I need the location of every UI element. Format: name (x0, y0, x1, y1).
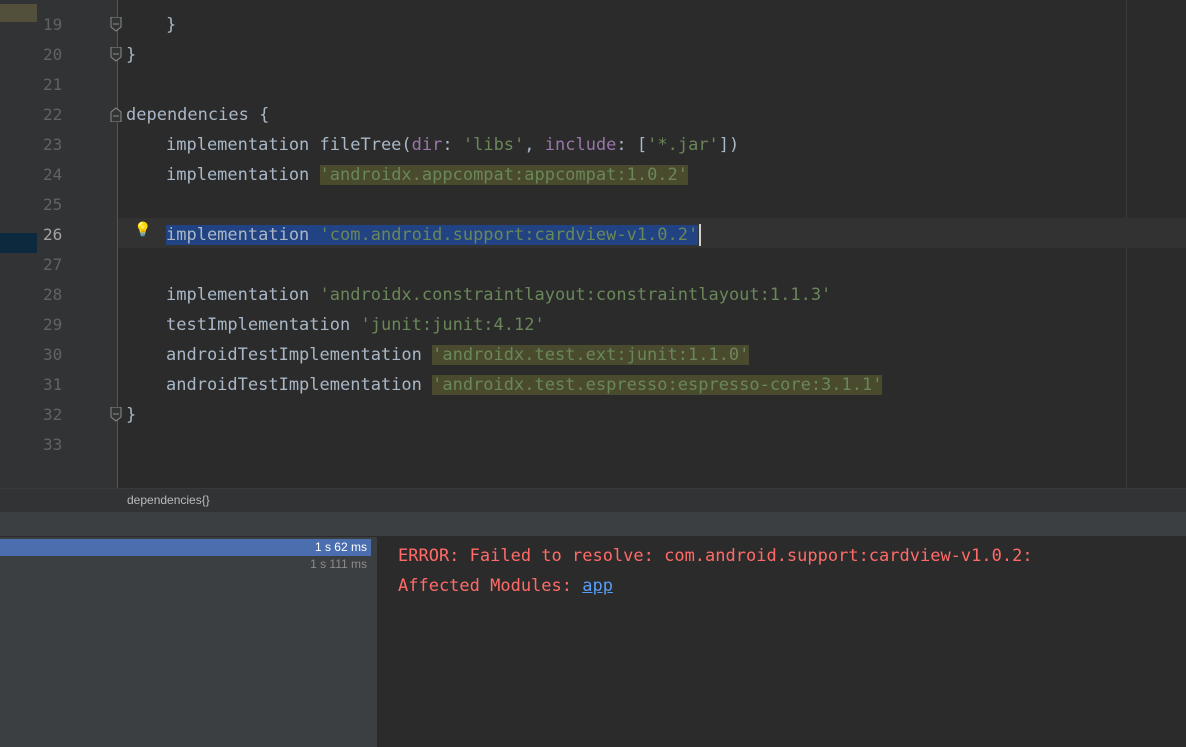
line-number: 20 (43, 45, 63, 64)
code-line[interactable]: 25 (0, 190, 1186, 220)
code-text: implementation 'androidx.appcompat:appco… (166, 165, 689, 185)
line-number: 23 (43, 135, 63, 154)
code-line-current[interactable]: 26 implementation 'com.android.support:c… (0, 220, 1186, 250)
build-output-console[interactable]: ERROR: Failed to resolve: com.android.su… (379, 537, 1186, 747)
build-timing: 1 s 111 ms (310, 557, 367, 571)
line-number: 27 (43, 255, 63, 274)
error-message: ERROR: Failed to resolve: com.android.su… (398, 546, 1033, 566)
text-caret (699, 224, 702, 246)
line-number: 31 (43, 375, 63, 394)
fold-end-icon[interactable] (110, 17, 122, 32)
code-text: } (126, 45, 137, 65)
line-number: 25 (43, 195, 63, 214)
code-editor[interactable]: 19 } 20 } 21 22 dependencies { 23 implem… (0, 0, 1186, 488)
code-line[interactable]: 21 (0, 70, 1186, 100)
code-line[interactable]: 22 dependencies { (0, 100, 1186, 130)
code-line[interactable]: 23 implementation fileTree(dir: 'libs', … (0, 130, 1186, 160)
code-line[interactable]: 28 implementation 'androidx.constraintla… (0, 280, 1186, 310)
build-tree-panel: 1 s 62 ms 1 s 111 ms (0, 537, 379, 747)
code-text: androidTestImplementation 'androidx.test… (166, 375, 883, 395)
code-text: testImplementation 'junit:junit:4.12' (166, 315, 545, 335)
fold-end-icon[interactable] (110, 47, 122, 62)
line-number: 33 (43, 435, 63, 454)
build-timing: 1 s 62 ms (314, 540, 367, 554)
affected-modules-label: Affected Modules: (398, 576, 583, 596)
code-line[interactable]: 24 implementation 'androidx.appcompat:ap… (0, 160, 1186, 190)
line-number: 32 (43, 405, 63, 424)
code-text-selected[interactable]: implementation 'com.android.support:card… (126, 220, 702, 250)
breadcrumb-bar: dependencies{} (0, 488, 1186, 513)
fold-start-icon[interactable] (110, 107, 122, 122)
tool-window-header (0, 512, 1186, 537)
line-number: 19 (43, 15, 63, 34)
line-number: 22 (43, 105, 63, 124)
code-text: } (126, 405, 137, 425)
breadcrumb[interactable]: dependencies{} (127, 493, 210, 507)
code-line[interactable]: 30 androidTestImplementation 'androidx.t… (0, 340, 1186, 370)
build-tree-row-selected[interactable]: 1 s 62 ms (0, 539, 371, 556)
lightbulb-icon[interactable]: 💡 (134, 222, 151, 238)
code-line[interactable]: 31 androidTestImplementation 'androidx.t… (0, 370, 1186, 400)
code-line[interactable]: 20 } (0, 40, 1186, 70)
code-text: implementation 'androidx.constraintlayou… (166, 285, 832, 305)
affected-modules-line: Affected Modules: app (398, 571, 613, 601)
line-number: 28 (43, 285, 63, 304)
code-line[interactable]: 29 testImplementation 'junit:junit:4.12' (0, 310, 1186, 340)
line-number: 26 (43, 225, 63, 244)
code-text: } (166, 15, 177, 35)
module-link[interactable]: app (582, 576, 613, 596)
code-text: dependencies { (126, 105, 270, 125)
code-text: implementation fileTree(dir: 'libs', inc… (166, 135, 740, 155)
line-number: 29 (43, 315, 63, 334)
line-number: 21 (43, 75, 63, 94)
code-text: androidTestImplementation 'androidx.test… (166, 345, 750, 365)
line-number: 24 (43, 165, 63, 184)
code-line[interactable]: 19 } (0, 10, 1186, 40)
code-line[interactable]: 33 (0, 430, 1186, 460)
line-number: 30 (43, 345, 63, 364)
code-line[interactable]: 27 (0, 250, 1186, 280)
fold-end-icon[interactable] (110, 407, 122, 422)
code-line[interactable]: 32 } (0, 400, 1186, 430)
build-tree-row[interactable]: 1 s 111 ms (0, 556, 371, 573)
